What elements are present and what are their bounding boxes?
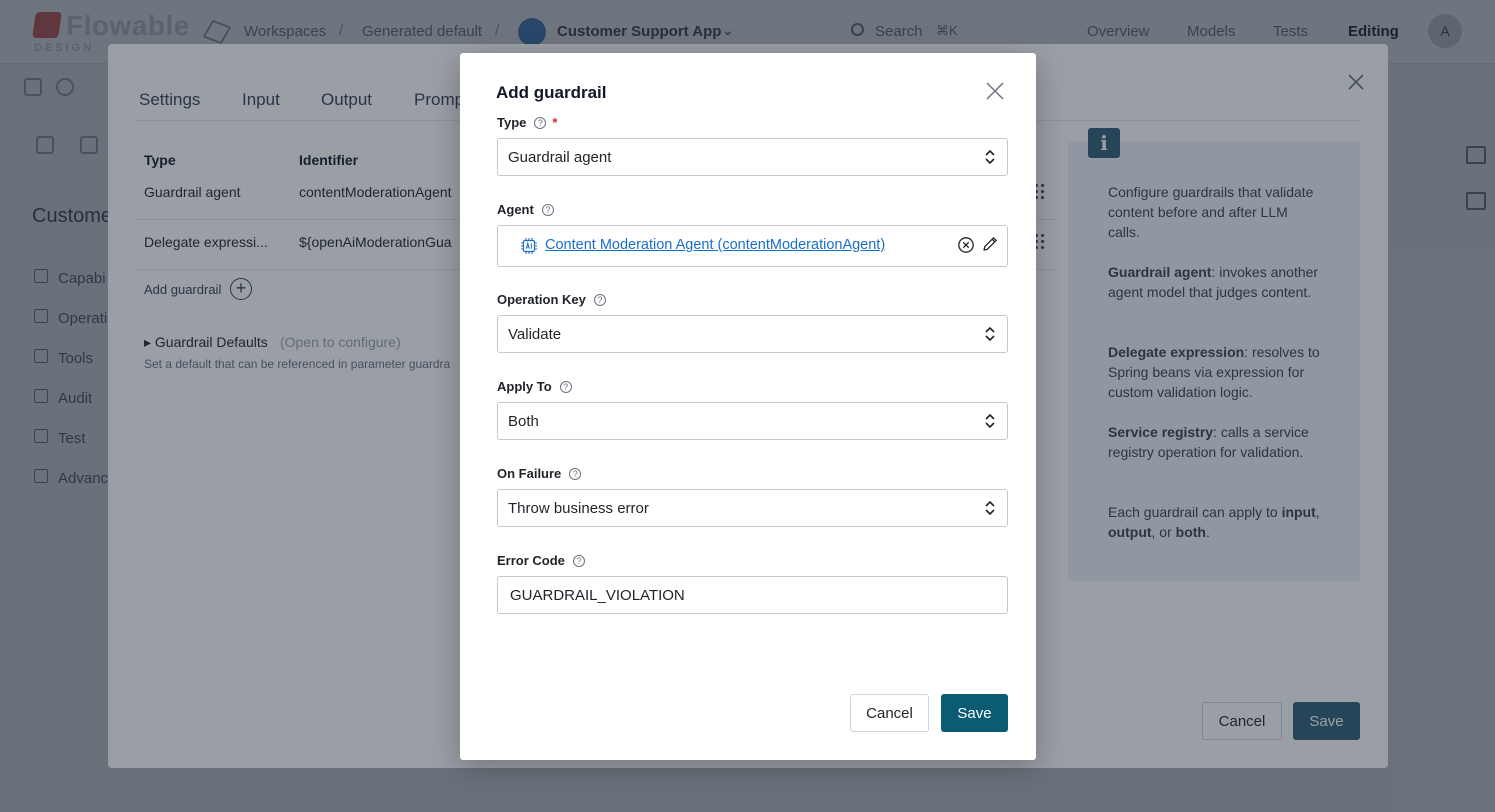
on-failure-label: On Failure? [497,466,582,481]
select-arrows-icon [985,500,995,516]
help-icon[interactable]: ? [572,555,585,567]
apply-to-select[interactable]: Both [497,402,1008,440]
apply-to-label: Apply To? [497,379,572,394]
cancel-button[interactable]: Cancel [850,694,929,732]
edit-pencil-icon[interactable] [981,235,999,253]
help-icon[interactable]: ? [541,204,554,216]
agent-field: Content Moderation Agent (contentModerat… [497,225,1008,267]
modal-title: Add guardrail [496,83,607,102]
help-icon[interactable]: ? [593,294,606,306]
on-failure-value: Throw business error [508,500,649,517]
operation-key-value: Validate [508,326,562,343]
select-arrows-icon [985,326,995,342]
ai-agent-icon [521,238,537,254]
on-failure-label-text: On Failure [497,466,562,481]
agent-label: Agent? [497,202,554,217]
operation-key-label-text: Operation Key [497,292,586,307]
error-code-label: Error Code? [497,553,585,568]
error-code-label-text: Error Code [497,553,565,568]
help-icon[interactable]: ? [559,381,572,393]
help-icon[interactable]: ? [569,468,582,480]
select-arrows-icon [985,149,995,165]
agent-link[interactable]: Content Moderation Agent (contentModerat… [545,237,885,253]
agent-label-text: Agent [497,202,534,217]
type-select[interactable]: Guardrail agent [497,138,1008,176]
type-label-text: Type [497,115,527,130]
close-icon[interactable] [984,80,1006,102]
on-failure-select[interactable]: Throw business error [497,489,1008,527]
clear-icon[interactable] [957,236,975,254]
required-indicator: * [552,115,558,130]
operation-key-select[interactable]: Validate [497,315,1008,353]
select-arrows-icon [985,413,995,429]
error-code-input[interactable] [497,576,1008,614]
type-select-value: Guardrail agent [508,149,612,166]
apply-to-label-text: Apply To [497,379,552,394]
help-icon[interactable]: ? [534,117,547,129]
type-label: Type? * [497,115,557,130]
operation-key-label: Operation Key? [497,292,606,307]
save-button[interactable]: Save [941,694,1008,732]
apply-to-value: Both [508,413,539,430]
add-guardrail-modal: Add guardrail Type? * Guardrail agent Age… [460,53,1036,760]
